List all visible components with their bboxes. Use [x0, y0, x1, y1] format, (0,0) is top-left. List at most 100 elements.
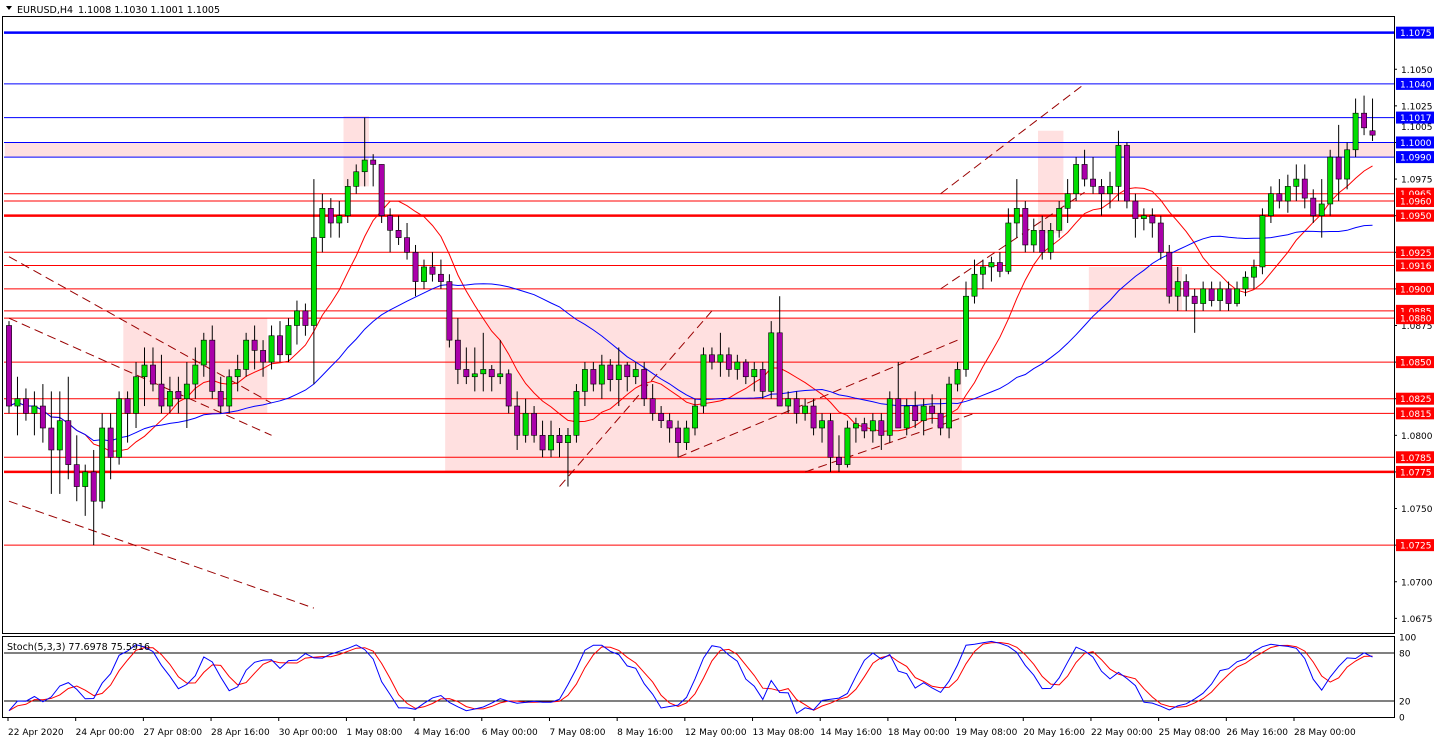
candle-body — [709, 354, 715, 363]
candle-body — [1030, 230, 1037, 246]
candle-body — [641, 369, 648, 400]
level-badge-label: 1.1040 — [1400, 80, 1432, 90]
time-tick-label: 22 Apr 2020 — [8, 728, 64, 738]
candle-body — [683, 427, 690, 443]
price-tick-label: 1.0975 — [1401, 176, 1433, 186]
candle-body — [39, 405, 46, 429]
candle-body — [920, 405, 927, 421]
candle-body — [565, 435, 571, 443]
candle-body — [1090, 178, 1096, 187]
candle-body — [810, 405, 817, 429]
candle-body — [133, 376, 139, 414]
price-tick-label: 1.1050 — [1401, 66, 1433, 76]
candle-body — [531, 413, 538, 436]
candle-body — [294, 310, 300, 326]
candle — [6, 321, 12, 414]
candle-body — [166, 391, 173, 407]
candle-body — [183, 383, 190, 400]
candle-body — [946, 383, 952, 429]
candle-body — [929, 405, 936, 414]
candle-body — [99, 427, 106, 502]
candle-body — [23, 398, 29, 414]
candle-body — [370, 159, 377, 165]
candle-body — [861, 423, 868, 432]
candle — [378, 164, 385, 223]
level-badge-label: 1.0950 — [1400, 212, 1432, 222]
candle-body — [886, 398, 893, 436]
candle-body — [725, 354, 732, 370]
time-tick-label: 19 May 08:00 — [956, 728, 1018, 738]
candle-body — [844, 427, 851, 465]
candle-body — [344, 186, 351, 216]
price-tick-label: 1.1025 — [1401, 102, 1433, 112]
time-tick-label: 30 Apr 00:00 — [279, 728, 338, 738]
candle-body — [1191, 295, 1198, 304]
level-badge-label: 1.0785 — [1400, 454, 1432, 464]
time-tick-label: 20 May 16:00 — [1023, 728, 1085, 738]
candle-body — [1174, 281, 1181, 297]
candle-body — [954, 369, 961, 385]
candle-body — [1301, 178, 1308, 199]
candle-body — [353, 171, 360, 187]
candle-body — [1251, 266, 1257, 278]
candle — [1166, 244, 1173, 304]
candle-body — [581, 369, 588, 392]
candle-body — [107, 427, 114, 458]
candle-body — [505, 373, 512, 407]
candle — [116, 391, 123, 465]
candle-body — [412, 251, 419, 282]
time-tick-label: 7 May 08:00 — [549, 728, 605, 738]
time-tick-label: 26 May 16:00 — [1226, 728, 1288, 738]
stoch-axis-label: 20 — [1399, 698, 1411, 708]
level-badge-label: 1.0990 — [1400, 154, 1432, 164]
current-price-label: 1.1005 — [1401, 123, 1433, 133]
candle-body — [514, 405, 521, 436]
level-badge-label: 1.1075 — [1400, 29, 1432, 39]
time-tick-label: 6 May 00:00 — [482, 728, 538, 738]
candle-body — [836, 456, 842, 465]
candle-body — [988, 262, 995, 268]
candle-body — [1047, 230, 1054, 253]
time-tick-label: 28 May 00:00 — [1294, 728, 1356, 738]
candle-body — [937, 413, 944, 429]
symbol-label: EURUSD,H4 — [17, 5, 73, 16]
candle-body — [1284, 186, 1291, 202]
price-tick-label: 1.0750 — [1401, 505, 1433, 515]
candle-body — [1327, 156, 1334, 205]
candle-body — [768, 332, 775, 392]
candle-body — [116, 398, 123, 458]
candle-body — [260, 350, 266, 363]
candle-body — [1064, 193, 1071, 209]
time-tick-label: 12 May 00:00 — [685, 728, 747, 738]
time-tick-label: 28 Apr 16:00 — [211, 728, 270, 738]
candle-body — [1149, 215, 1156, 224]
candle — [1022, 201, 1029, 253]
time-tick-label: 4 May 16:00 — [414, 728, 470, 738]
level-badge-label: 1.0960 — [1400, 198, 1432, 208]
candle-body — [675, 427, 681, 443]
level-badge-label: 1.0825 — [1400, 395, 1432, 405]
candle-body — [1013, 208, 1020, 224]
candle-body — [438, 273, 444, 282]
level-badge-label: 1.1000 — [1400, 139, 1432, 149]
candle-body — [1107, 186, 1113, 195]
candle-body — [1310, 197, 1317, 216]
candle-body — [277, 335, 283, 356]
level-badge-label: 1.0916 — [1400, 262, 1432, 272]
candle-body — [454, 339, 461, 370]
candle-body — [82, 471, 89, 487]
price-chart[interactable]: 1.1050 1.1025 1.1000 1.0975 1.0950 1.0925 1.09… — [0, 0, 1436, 743]
candle-body — [1157, 222, 1164, 253]
level-badge-label: 1.1017 — [1400, 114, 1432, 124]
candle-body — [980, 266, 986, 275]
candle-body — [903, 405, 910, 429]
candle-body — [1005, 222, 1012, 272]
time-tick-label: 18 May 00:00 — [888, 728, 950, 738]
candle-body — [175, 391, 182, 400]
candle-body — [1276, 193, 1283, 202]
candle-body — [124, 398, 131, 414]
candle-body — [319, 208, 326, 238]
candle-body — [310, 237, 317, 326]
candle-body — [31, 405, 38, 414]
candle-body — [573, 391, 580, 436]
